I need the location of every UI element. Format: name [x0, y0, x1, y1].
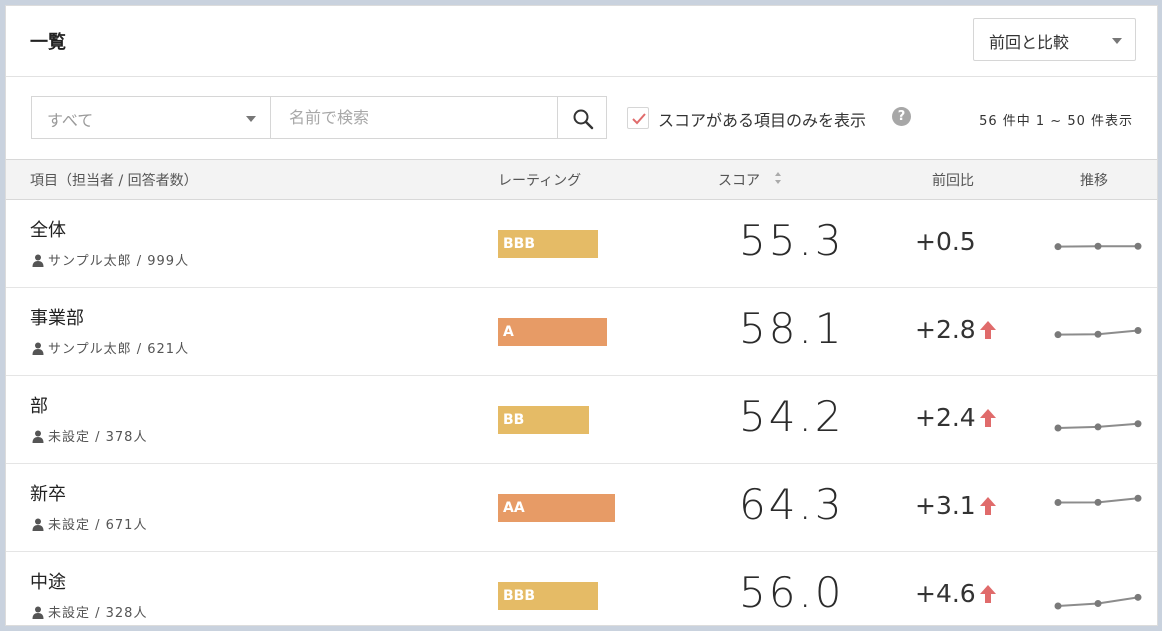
only-scored-label[interactable]: スコアがある項目のみを表示: [658, 107, 866, 131]
chevron-down-icon: [246, 116, 256, 122]
rating-bar: AA: [498, 494, 615, 522]
trend-point: [1134, 494, 1142, 502]
arrow-up-icon: [980, 497, 996, 515]
table-row[interactable]: 事業部サンプル太郎 / 621人 A 58.1 +2.8: [6, 288, 1157, 376]
result-count: 56 件中 1 ~ 50 件表示: [979, 114, 1133, 129]
person-icon: [32, 518, 44, 531]
score-value: 54.2: [739, 392, 845, 441]
row-sub-text: サンプル太郎 / 999人: [48, 254, 190, 269]
category-select[interactable]: すべて: [31, 96, 270, 139]
row-owner-respondents: 未設定 / 328人: [32, 602, 147, 621]
row-name: 事業部: [30, 308, 84, 329]
row-sub-text: 未設定 / 671人: [48, 518, 148, 533]
category-select-value: すべて: [47, 111, 94, 130]
arrow-up-icon: [980, 585, 996, 603]
diff-value: +0.5: [915, 227, 976, 256]
row-sub-text: サンプル太郎 / 621人: [48, 342, 190, 357]
arrow-up-icon: [980, 409, 996, 427]
table-row[interactable]: 中途未設定 / 328人 BBB 56.0 +4.6: [6, 552, 1157, 625]
table-row[interactable]: 全体サンプル太郎 / 999人 BBB 55.3 +0.5: [6, 200, 1157, 288]
row-sub-text: 未設定 / 378人: [48, 430, 148, 445]
column-header-diff: 前回比: [932, 173, 974, 189]
trend-point: [1134, 593, 1142, 601]
column-header-item: 項目（担当者 / 回答者数）: [30, 173, 198, 189]
sort-icon[interactable]: [774, 171, 782, 185]
table-row[interactable]: 新卒未設定 / 671人 AA 64.3 +3.1: [6, 464, 1157, 552]
trend-sparkline: [1054, 494, 1142, 507]
trend-sparkline: [1054, 420, 1142, 432]
diff-value: +3.1: [915, 491, 976, 520]
table-body: 全体サンプル太郎 / 999人 BBB 55.3 +0.5 事業部サンプル太郎 / 62…: [6, 200, 1157, 625]
score-value: 56.0: [739, 568, 845, 617]
search-button[interactable]: [557, 96, 607, 139]
arrow-up-icon: [980, 321, 996, 339]
trend-point: [1054, 331, 1062, 339]
rating-bar: BB: [498, 406, 589, 434]
rating-bar: BBB: [498, 230, 598, 258]
column-header-rating: レーティング: [498, 173, 582, 189]
row-owner-respondents: サンプル太郎 / 999人: [32, 250, 189, 269]
row-name: 新卒: [30, 484, 66, 505]
row-sub-text: 未設定 / 328人: [48, 606, 148, 621]
row-name: 全体: [30, 220, 66, 241]
row-owner-respondents: 未設定 / 671人: [32, 514, 147, 533]
table-row[interactable]: 部未設定 / 378人 BB 54.2 +2.4: [6, 376, 1157, 464]
trend-sparkline: [1054, 327, 1142, 339]
filter-bar: すべて スコアがある項目のみを表示 ? 56 件中 1 ~ 50 件表示: [6, 77, 1157, 159]
score-value: 58.1: [739, 304, 845, 353]
row-name: 中途: [30, 572, 66, 593]
help-icon[interactable]: ?: [892, 107, 911, 126]
score-value: 55.3: [739, 216, 845, 265]
table-header: 項目（担当者 / 回答者数） レーティング スコア 前回比 推移: [6, 159, 1157, 200]
trend-point: [1134, 242, 1142, 250]
diff-value: +2.4: [915, 403, 976, 432]
trend-sparkline: [1054, 242, 1142, 251]
trend-point: [1134, 420, 1142, 428]
search-input[interactable]: [270, 96, 558, 139]
score-value: 64.3: [739, 480, 845, 529]
row-owner-respondents: サンプル太郎 / 621人: [32, 338, 189, 357]
search-icon: [573, 109, 594, 130]
person-icon: [32, 430, 44, 443]
trend-point: [1054, 424, 1062, 432]
person-icon: [32, 254, 44, 267]
row-owner-respondents: 未設定 / 378人: [32, 426, 147, 445]
chevron-down-icon: [1112, 38, 1122, 44]
person-icon: [32, 342, 44, 355]
trend-point: [1054, 602, 1062, 610]
column-header-score[interactable]: スコア: [718, 170, 760, 190]
trend-point: [1054, 499, 1062, 507]
trend-point: [1094, 330, 1102, 338]
diff-value: +2.8: [915, 315, 976, 344]
only-scored-checkbox[interactable]: [627, 107, 649, 129]
trend-point: [1094, 599, 1102, 607]
trend-point: [1054, 243, 1062, 251]
trend-sparkline: [1054, 593, 1142, 610]
trend-point: [1094, 423, 1102, 431]
rating-bar: BBB: [498, 582, 598, 610]
person-icon: [32, 606, 44, 619]
panel-header: 一覧 前回と比較: [6, 6, 1157, 77]
trend-point: [1094, 498, 1102, 506]
compare-select[interactable]: 前回と比較: [973, 18, 1136, 61]
panel-title: 一覧: [30, 32, 66, 53]
check-icon: [632, 113, 646, 125]
compare-select-value: 前回と比較: [989, 33, 1070, 52]
trend-point: [1134, 327, 1142, 335]
diff-value: +4.6: [915, 579, 976, 608]
trend-point: [1094, 242, 1102, 250]
column-header-trend: 推移: [1080, 173, 1108, 189]
rating-bar: A: [498, 318, 607, 346]
row-name: 部: [30, 396, 48, 417]
list-panel: 一覧 前回と比較 すべて スコアがある項目のみを表示 ? 56 件中 1 ~ 5…: [5, 5, 1158, 626]
